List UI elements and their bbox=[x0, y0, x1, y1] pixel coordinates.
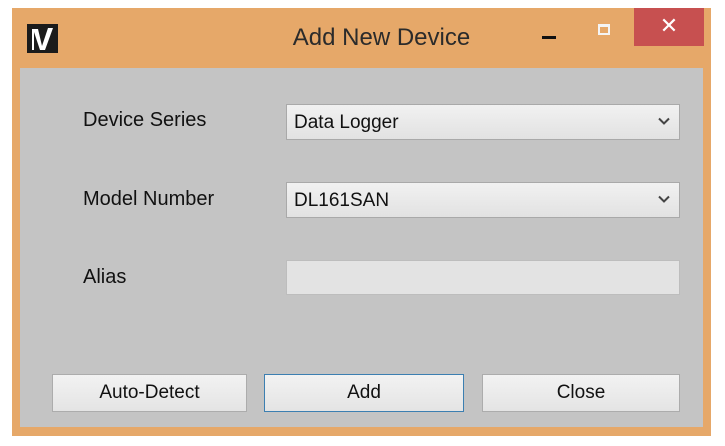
add-device-window: Add New Device ✕ Device Series Data Logg… bbox=[12, 8, 711, 436]
model-number-label: Model Number bbox=[83, 188, 215, 210]
model-number-select[interactable]: DL161SAN bbox=[286, 182, 680, 218]
maximize-icon bbox=[598, 24, 610, 35]
auto-detect-button[interactable]: Auto-Detect bbox=[52, 374, 247, 412]
model-number-value: DL161SAN bbox=[294, 190, 390, 211]
chevron-down-icon bbox=[658, 117, 670, 125]
maximize-button[interactable] bbox=[586, 14, 622, 46]
title-bar[interactable]: Add New Device ✕ bbox=[12, 8, 711, 68]
dialog-body: Device Series Data Logger Model Number D… bbox=[20, 68, 703, 427]
add-button[interactable]: Add bbox=[264, 374, 464, 412]
close-icon: ✕ bbox=[659, 13, 679, 38]
device-series-select[interactable]: Data Logger bbox=[286, 104, 680, 140]
close-button[interactable]: Close bbox=[482, 374, 680, 412]
chevron-down-icon bbox=[658, 195, 670, 203]
minimize-button[interactable] bbox=[531, 14, 567, 46]
alias-input[interactable] bbox=[286, 260, 680, 295]
device-series-label: Device Series bbox=[83, 109, 207, 131]
device-series-value: Data Logger bbox=[294, 112, 399, 133]
close-window-button[interactable]: ✕ bbox=[634, 8, 704, 46]
app-logo-icon[interactable] bbox=[27, 24, 58, 53]
minimize-icon bbox=[542, 36, 556, 39]
alias-label: Alias bbox=[83, 266, 127, 288]
